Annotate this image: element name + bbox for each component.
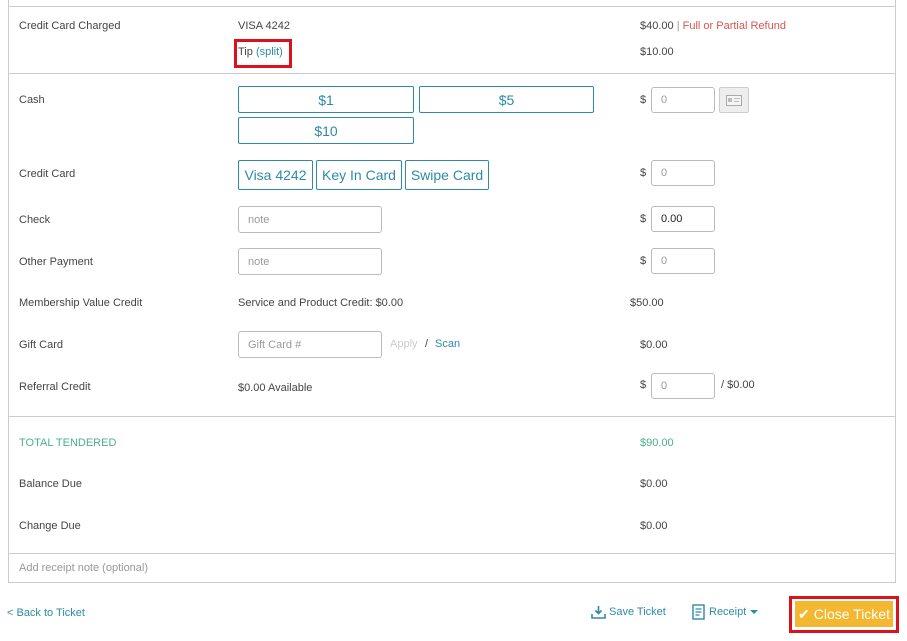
tip-row: Tip (split) (238, 46, 283, 58)
credit-card-charged-label: Credit Card Charged (19, 20, 121, 32)
membership-amount: $50.00 (630, 297, 664, 309)
other-payment-label: Other Payment (19, 256, 93, 268)
close-ticket-label: Close Ticket (813, 606, 890, 622)
referral-max: / $0.00 (721, 379, 755, 391)
divider (8, 416, 896, 417)
gift-card-amount: $0.00 (640, 339, 668, 351)
receipt-label: Receipt (709, 606, 747, 618)
membership-detail: Service and Product Credit: $0.00 (238, 297, 404, 309)
referral-credit-label: Referral Credit (19, 381, 91, 393)
gift-card-label: Gift Card (19, 339, 64, 351)
divider (8, 73, 896, 74)
close-ticket-button[interactable]: ✔ Close Ticket (795, 601, 893, 627)
key-in-card-button[interactable]: Key In Card (316, 160, 402, 190)
change-due-label: Change Due (19, 520, 81, 532)
id-card-icon (726, 94, 742, 106)
gift-card-separator: / (425, 338, 429, 350)
receipt-note-input[interactable]: Add receipt note (optional) (19, 562, 879, 578)
gift-card-input[interactable]: Gift Card # (238, 331, 382, 358)
tip-amount: $10.00 (640, 46, 674, 58)
cash-10-button[interactable]: $10 (238, 117, 414, 144)
gift-card-apply-link[interactable]: Apply (390, 338, 418, 350)
save-ticket-label: Save Ticket (609, 606, 666, 618)
total-tendered-label: TOTAL TENDERED (19, 437, 117, 449)
cash-drawer-button[interactable] (719, 87, 749, 113)
tip-split-link[interactable]: split (260, 46, 280, 58)
cash-label: Cash (19, 94, 45, 106)
other-payment-currency: $ (640, 255, 647, 267)
referral-currency: $ (640, 379, 647, 391)
save-ticket-button[interactable]: Save Ticket (591, 605, 666, 619)
tip-label: Tip (238, 46, 253, 58)
receipt-dropdown[interactable]: Receipt (692, 604, 759, 620)
gift-card-scan-link[interactable]: Scan (435, 338, 460, 350)
charged-card: VISA 4242 (238, 20, 290, 32)
balance-due-label: Balance Due (19, 478, 82, 490)
check-label: Check (19, 214, 51, 226)
download-icon (591, 606, 606, 619)
check-note-input[interactable]: note (238, 206, 382, 233)
total-tendered-amount: $90.00 (640, 437, 674, 449)
charged-amount: $40.00 (640, 20, 674, 32)
balance-due-amount: $0.00 (640, 478, 668, 490)
charged-amount-row: $40.00 | Full or Partial Refund (640, 20, 786, 32)
divider (8, 6, 896, 7)
receipt-icon (692, 604, 705, 620)
other-payment-note-input[interactable]: note (238, 248, 382, 275)
cash-1-button[interactable]: $1 (238, 86, 414, 113)
tip-split-close: ) (279, 46, 283, 58)
divider (8, 553, 896, 554)
checkmark-icon: ✔ (798, 605, 810, 622)
credit-card-currency: $ (640, 167, 647, 179)
separator: | (676, 20, 680, 32)
referral-available: $0.00 Available (238, 382, 313, 394)
referral-amount-input[interactable]: 0 (651, 373, 715, 399)
refund-link[interactable]: Full or Partial Refund (683, 20, 786, 32)
check-currency: $ (640, 213, 647, 225)
caret-down-icon (750, 610, 759, 614)
credit-card-label: Credit Card (19, 168, 76, 180)
swipe-card-button[interactable]: Swipe Card (405, 160, 489, 190)
cash-currency: $ (640, 94, 647, 106)
other-payment-amount-input[interactable]: 0 (651, 248, 715, 274)
cash-5-button[interactable]: $5 (419, 86, 594, 113)
membership-label: Membership Value Credit (19, 297, 143, 309)
check-amount-input[interactable]: 0.00 (651, 206, 715, 232)
cash-amount-input[interactable]: 0 (651, 87, 715, 113)
back-to-ticket-link[interactable]: < Back to Ticket (7, 607, 85, 619)
credit-card-amount-input[interactable]: 0 (651, 160, 715, 186)
visa-4242-button[interactable]: Visa 4242 (238, 160, 313, 190)
change-due-amount: $0.00 (640, 520, 668, 532)
